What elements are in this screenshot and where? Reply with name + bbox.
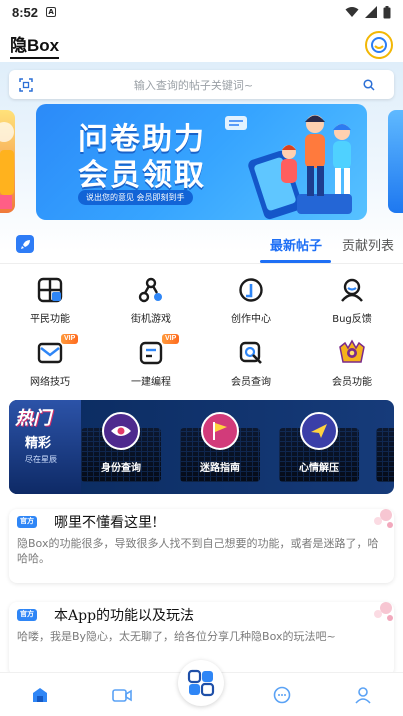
grid-item-one-click-programming[interactable]: VIP 一建编程 <box>101 334 201 388</box>
avatar-smile-icon <box>371 37 387 53</box>
hot-section[interactable]: 热门 精彩 尽在星辰 身份查询 迷路指南 心情解压 <box>9 400 394 494</box>
vip-badge: VIP <box>162 334 180 344</box>
hot-card-label: 迷路指南 <box>200 463 240 474</box>
nav-video[interactable] <box>112 685 132 705</box>
create-icon <box>239 278 263 302</box>
official-badge: 官方 <box>17 609 37 621</box>
bug-feedback-icon <box>341 278 363 302</box>
wifi-icon <box>345 7 359 17</box>
code-background <box>376 428 394 482</box>
grid-label: 会员功能 <box>332 377 372 388</box>
battery-icon <box>383 5 391 18</box>
user-avatar[interactable] <box>365 31 393 59</box>
grid-label: 网络技巧 <box>30 377 70 388</box>
code-doc-icon <box>139 341 163 365</box>
character-illustration <box>0 122 14 209</box>
status-bar: 8:52 A <box>0 0 403 24</box>
hot-badge: 热门 <box>15 408 51 429</box>
nav-home[interactable] <box>30 685 50 705</box>
profile-icon <box>355 687 371 704</box>
grid-label: Bug反馈 <box>332 314 372 325</box>
banner-subtitle: 说出您的意见 会员即刻到手 <box>78 190 193 205</box>
video-icon <box>112 689 132 702</box>
home-icon <box>33 688 47 702</box>
status-icons <box>345 5 391 19</box>
banner-next-slide[interactable] <box>388 110 403 213</box>
chat-icon <box>273 686 291 704</box>
tab-latest-posts[interactable]: 最新帖子 <box>270 235 322 254</box>
apps-icon <box>187 669 215 697</box>
hot-section-header: 热门 精彩 尽在星辰 <box>9 400 81 494</box>
scan-icon[interactable] <box>19 77 33 92</box>
post-card[interactable]: 官方 哪里不懂看这里! 隐Box的功能很多，导致很多人找不到自己想要的功能，或者… <box>9 509 394 583</box>
rocket-glyph-icon <box>20 239 30 249</box>
grid-item-member-query[interactable]: 会员查询 <box>201 338 301 388</box>
plane-icon <box>300 412 338 450</box>
nav-chat[interactable] <box>272 685 292 705</box>
mail-icon <box>37 342 63 364</box>
app-title: 隐Box <box>10 31 60 59</box>
grid-item-civilian-features[interactable]: 平民功能 <box>0 275 100 325</box>
status-time: 8:52 <box>12 4 39 20</box>
grid-label: 创作中心 <box>231 314 271 325</box>
tab-contribution-list[interactable]: 贡献列表 <box>342 235 394 254</box>
search-bar[interactable]: 输入查询的帖子关键词~ <box>9 70 394 99</box>
search-icon <box>363 78 375 91</box>
banner-prev-slide[interactable] <box>0 110 15 213</box>
promo-banner[interactable]: 问卷助力 会员领取 说出您的意见 会员即刻到手 <box>36 104 367 220</box>
flower-decoration-icon <box>374 509 393 528</box>
sim-icon: A <box>46 7 57 17</box>
grid-item-arcade-games[interactable]: 街机游戏 <box>101 275 201 325</box>
search-input[interactable]: 输入查询的帖子关键词~ <box>33 77 354 93</box>
grid-label: 街机游戏 <box>131 314 171 325</box>
grid-label: 一建编程 <box>131 377 171 388</box>
post-title: 哪里不懂看这里! <box>54 515 158 531</box>
vip-badge: VIP <box>61 334 79 344</box>
app-header: 隐Box <box>0 28 403 62</box>
hot-title: 精彩 <box>25 436 52 451</box>
nav-profile[interactable] <box>353 685 373 705</box>
grid-item-bug-feedback[interactable]: Bug反馈 <box>302 275 402 325</box>
grid-item-creation-center[interactable]: 创作中心 <box>201 275 301 325</box>
member-search-icon <box>239 341 262 364</box>
eye-icon <box>102 412 140 450</box>
banner-people-illustration <box>225 115 352 220</box>
nav-apps-button[interactable] <box>178 660 224 706</box>
post-body: 隐Box的功能很多，导致很多人找不到自己想要的功能，或者是迷路了，哈哈哈。 <box>17 537 379 565</box>
grid-item-member-features[interactable]: 会员功能 <box>302 338 402 388</box>
rocket-icon[interactable] <box>16 235 34 253</box>
signal-icon <box>365 6 377 18</box>
flag-icon <box>201 412 239 450</box>
official-badge: 官方 <box>17 516 37 528</box>
hot-subtitle: 尽在星辰 <box>25 455 57 464</box>
grid-item-network-tips[interactable]: VIP 网络技巧 <box>0 334 100 388</box>
grid-label: 会员查询 <box>231 377 271 388</box>
grid-label: 平民功能 <box>30 314 70 325</box>
banner-title-line2: 会员领取 <box>78 158 206 193</box>
tab-divider <box>0 263 403 264</box>
frame-icon <box>37 277 63 303</box>
search-button[interactable] <box>354 74 384 96</box>
post-body: 哈喽，我是By隐心，太无聊了，给各位分享几种隐Box的玩法吧~ <box>17 630 336 643</box>
post-title: 本App的功能以及玩法 <box>54 608 195 624</box>
hot-card-partial[interactable] <box>376 428 394 482</box>
hot-card-label: 心情解压 <box>299 463 339 474</box>
member-crown-icon <box>339 339 365 363</box>
game-nodes-icon <box>138 277 162 303</box>
hot-card-label: 身份查询 <box>101 463 141 474</box>
flower-decoration-icon <box>374 602 393 621</box>
